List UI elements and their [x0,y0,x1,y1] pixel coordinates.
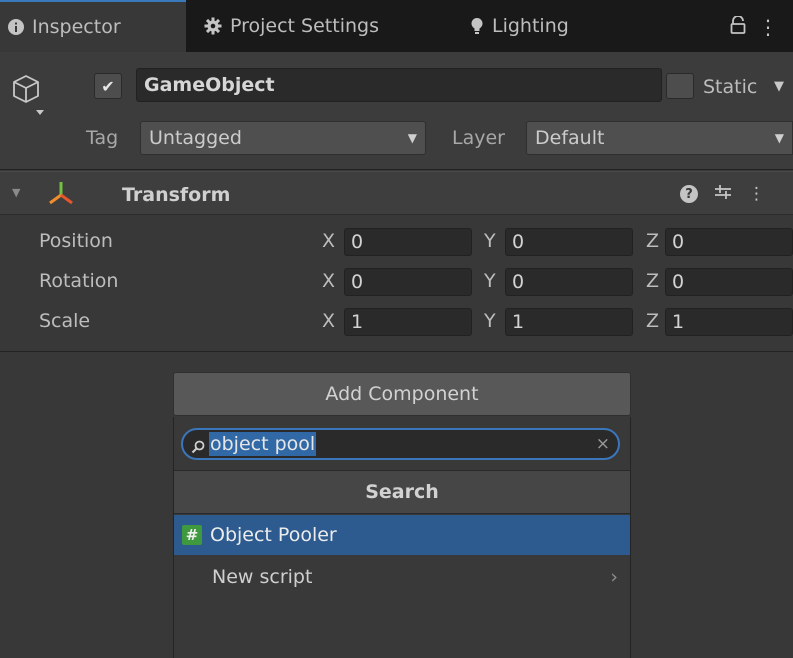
scale-x-field[interactable]: 1 [344,308,472,336]
layer-label: Layer [452,127,505,149]
tab-lighting[interactable]: Lighting [470,0,569,52]
tab-label: Lighting [492,15,569,37]
search-icon [191,437,205,454]
cube-icon[interactable] [12,74,48,118]
result-new-script[interactable]: New script › [174,557,630,597]
result-label: New script [212,566,313,588]
position-x-field[interactable]: 0 [344,228,472,256]
search-input[interactable]: object pool × [181,428,620,460]
result-label: Object Pooler [210,524,337,546]
transform-component-header[interactable] [0,171,793,215]
axis-z-label[interactable]: Z [646,224,659,258]
scale-y-field[interactable]: 1 [505,308,633,336]
clear-icon[interactable]: × [596,434,610,454]
tab-inspector[interactable]: Inspector [0,0,186,52]
chevron-down-icon: ▼ [407,131,417,145]
tab-label: Project Settings [230,15,379,37]
position-label: Position [39,230,113,252]
rotation-label: Rotation [39,270,119,292]
rotation-y-field[interactable]: 0 [505,268,633,296]
presets-icon[interactable] [714,183,732,206]
chevron-down-icon: ▼ [774,131,784,145]
transform-tools: ? ⋮ [680,180,790,208]
axis-x-label[interactable]: X [322,304,335,338]
position-z-field[interactable]: 0 [665,228,793,256]
rotation-z-field[interactable]: 0 [665,268,793,296]
scale-row: Scale X 1 Y 1 Z 1 [0,304,793,338]
transform-title: Transform [122,184,231,206]
info-icon [8,19,24,35]
gameobject-name-field[interactable]: GameObject [136,68,662,102]
more-options-icon[interactable]: ⋮ [758,15,778,39]
tab-label: Inspector [32,16,121,38]
search-input-value: object pool [209,432,317,456]
layer-value: Default [535,127,605,149]
help-icon[interactable]: ? [680,185,698,203]
static-dropdown-arrow-icon[interactable]: ▼ [774,79,784,94]
chevron-right-icon: › [610,566,618,588]
result-object-pooler[interactable]: # Object Pooler [174,515,630,555]
axis-y-label[interactable]: Y [484,224,496,258]
axis-x-label[interactable]: X [322,224,335,258]
search-section-header: Search [174,470,630,514]
transform-body: Position X 0 Y 0 Z 0 Rotation X 0 Y 0 Z … [0,216,793,352]
tab-project-settings[interactable]: Project Settings [204,0,379,52]
axis-y-label[interactable]: Y [484,264,496,298]
scale-z-field[interactable]: 1 [665,308,793,336]
tab-menu: ⋮ [700,14,790,40]
position-y-field[interactable]: 0 [505,228,633,256]
axis-y-label[interactable]: Y [484,304,496,338]
axis-z-label[interactable]: Z [646,304,659,338]
script-icon: # [182,525,202,545]
layer-dropdown[interactable]: Default ▼ [526,121,793,155]
scale-label: Scale [39,310,91,332]
lock-icon[interactable] [730,15,746,39]
rotation-x-field[interactable]: 0 [344,268,472,296]
add-component-button[interactable]: Add Component [173,372,631,416]
active-checkbox[interactable]: ✔ [94,73,122,99]
tag-value: Untagged [149,127,242,149]
static-checkbox[interactable] [666,73,694,99]
foldout-arrow-icon[interactable]: ▼ [12,186,20,199]
rotation-row: Rotation X 0 Y 0 Z 0 [0,264,793,298]
lightbulb-icon [470,17,484,35]
axis-x-label[interactable]: X [322,264,335,298]
gear-icon [204,17,222,35]
position-row: Position X 0 Y 0 Z 0 [0,224,793,258]
static-label[interactable]: Static [703,72,757,102]
tag-dropdown[interactable]: Untagged ▼ [140,121,426,155]
more-options-icon[interactable]: ⋮ [748,184,765,204]
axis-z-label[interactable]: Z [646,264,659,298]
tag-label: Tag [86,127,119,149]
transform-axes-icon [47,180,75,206]
